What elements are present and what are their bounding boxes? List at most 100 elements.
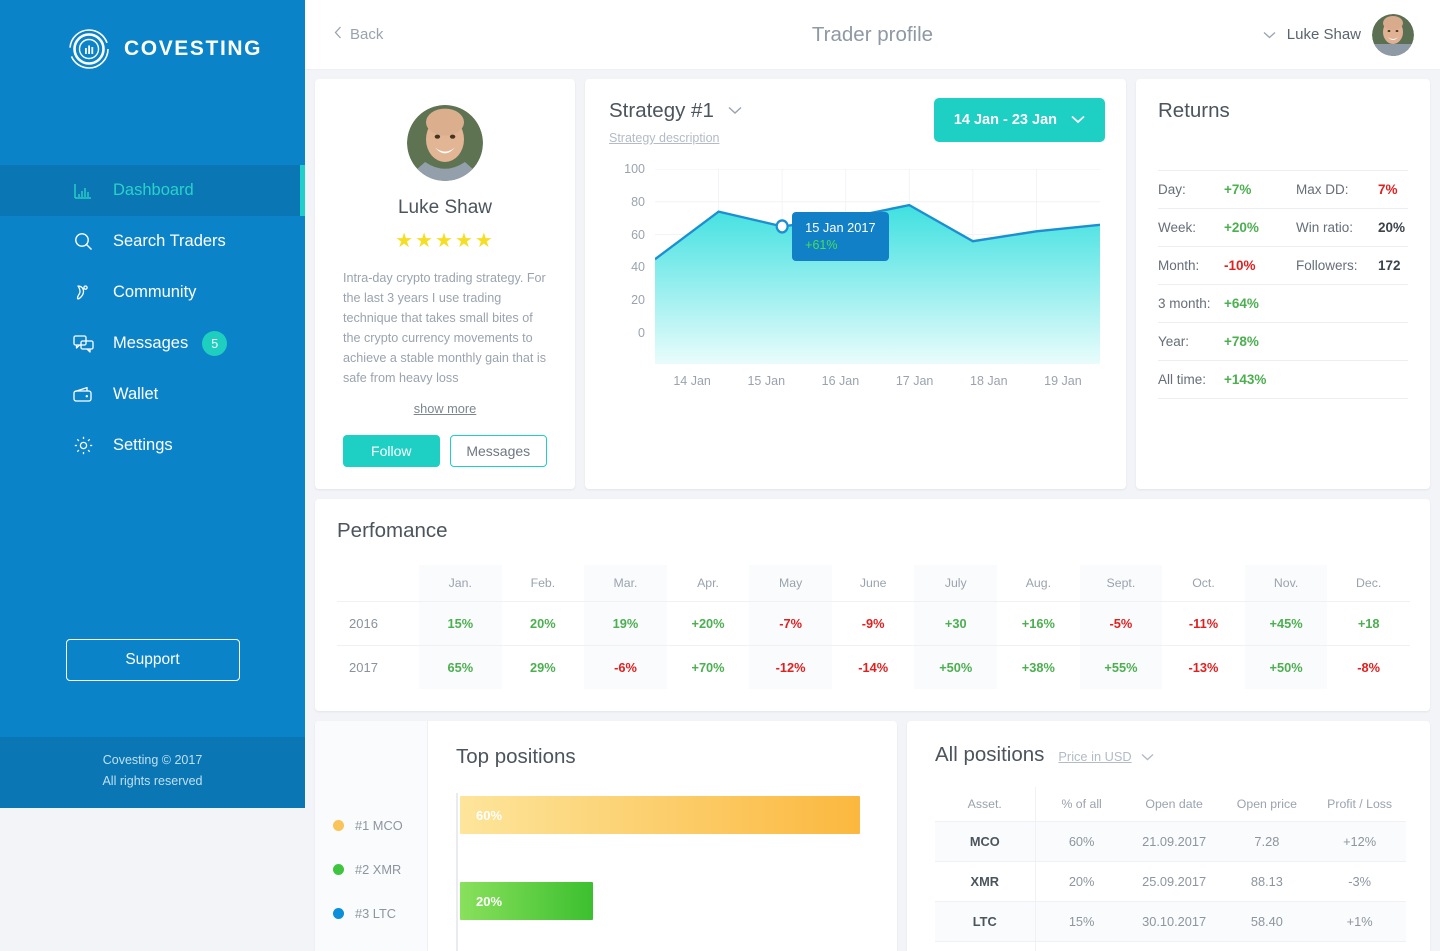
sidebar-item-label: Search Traders [113, 232, 226, 250]
cell-asset: XMR [935, 861, 1036, 902]
bar-list: 60%20%15%5% [456, 793, 873, 951]
price-currency-selector[interactable]: Price in USD [1058, 749, 1154, 764]
avatar[interactable] [1372, 13, 1414, 56]
cell-open-date: 30.10.2017 [1127, 901, 1221, 942]
performance-cell: +55% [1079, 645, 1163, 689]
legend-label: #2 XMR [355, 861, 402, 877]
performance-cell: +70% [666, 645, 750, 689]
sidebar-nav: Dashboard Search Traders Community Messa… [0, 165, 305, 471]
performance-cell: +50% [1244, 645, 1328, 689]
top-positions-chart: Top positions 60%20%15%5% [428, 721, 897, 951]
returns-value: +143% [1224, 360, 1296, 399]
cell-open-price: 58.40 [1220, 901, 1314, 942]
performance-month-header: Feb. [530, 576, 556, 590]
legend-color-dot [333, 819, 344, 831]
performance-month-header: Mar. [584, 565, 667, 602]
performance-month-header: Apr. [697, 576, 719, 590]
returns-value: +64% [1224, 284, 1296, 323]
cell-open-price: 218 [1220, 941, 1314, 951]
cell-asset: ZEC [935, 941, 1036, 951]
legend-item: #4 ZEC [315, 935, 427, 951]
rights-line: All rights reserved [102, 774, 203, 788]
y-axis-tick: 80 [631, 194, 645, 209]
support-button[interactable]: Support [65, 639, 240, 681]
sidebar-item-search-traders[interactable]: Search Traders [0, 216, 305, 267]
trader-profile-card: Luke Shaw ★★★★★ Intra-day crypto trading… [315, 79, 575, 489]
trader-name: Luke Shaw [397, 197, 492, 218]
performance-cell: +50% [914, 645, 998, 689]
performance-month-header: Sept. [1079, 565, 1163, 602]
messages-button[interactable]: Messages [449, 435, 547, 467]
returns-title: Returns [1158, 99, 1230, 122]
bar-label: 20% [476, 893, 503, 909]
sidebar-item-community[interactable]: Community [0, 267, 305, 318]
brand-logo[interactable]: COVESTING [0, 0, 305, 70]
cell-percent: 15% [1035, 901, 1128, 942]
back-label: Back [350, 26, 384, 43]
chart-marker[interactable] [775, 219, 789, 234]
bar-label: 60% [476, 807, 503, 823]
show-more-link[interactable]: show more [414, 401, 477, 416]
strategy-title: Strategy #1 [609, 99, 714, 122]
returns-value: +78% [1224, 322, 1296, 361]
returns-key: Month: [1158, 246, 1224, 285]
x-axis-tick: 16 Jan [821, 374, 860, 388]
sidebar-footer: Covesting © 2017 All rights reserved [0, 737, 305, 808]
app-root: COVESTING Dashboard Search Traders Commu… [0, 0, 1440, 951]
cell-profit-loss: +1% [1313, 901, 1406, 942]
all-positions-column-header: Open price [1236, 797, 1297, 811]
performance-cell: +18 [1327, 601, 1410, 646]
y-axis-tick: 40 [631, 260, 645, 275]
y-axis: 100 80 60 40 20 0 [609, 162, 645, 364]
chevron-down-icon [1263, 26, 1276, 44]
topbar: Back Trader profile Luke Shaw [305, 0, 1440, 70]
cell-profit-loss: +12% [1313, 821, 1406, 862]
top-positions-legend: #1 MCO #2 XMR #3 LTC #4 ZEC [315, 721, 428, 951]
wallet-icon [70, 386, 96, 403]
y-axis-tick: 100 [624, 162, 645, 176]
follow-button[interactable]: Follow [343, 435, 440, 467]
x-axis-tick: 17 Jan [895, 374, 934, 388]
chart-tooltip: 15 Jan 2017 +61% [792, 212, 889, 262]
performance-card: Perfomance Jan. Feb. Mar. Apr. May June July Au… [315, 499, 1430, 711]
plot-area [654, 168, 1101, 364]
returns-row: Year: +78% [1158, 322, 1408, 361]
price-currency-label: Price in USD [1058, 749, 1132, 764]
x-axis-tick: 19 Jan [1044, 374, 1082, 388]
all-positions-column-header: Profit / Loss [1327, 797, 1393, 811]
returns-value-secondary: 20% [1378, 208, 1408, 247]
sidebar-item-wallet[interactable]: Wallet [0, 369, 305, 420]
returns-row: Month: -10% Followers: 172 [1158, 246, 1408, 285]
back-button[interactable]: Back [334, 26, 383, 43]
performance-cell: 29% [501, 645, 585, 689]
returns-key-secondary [1296, 284, 1378, 323]
trader-avatar [407, 105, 483, 181]
gear-icon [70, 436, 96, 455]
returns-row: 3 month: +64% [1158, 284, 1408, 323]
sidebar-item-label: Wallet [113, 385, 159, 403]
performance-cell: -7% [749, 601, 832, 646]
performance-month-header: June [859, 576, 887, 590]
date-range-label: 14 Jan - 23 Jan [953, 112, 1057, 128]
performance-cell: -12% [749, 645, 832, 689]
all-positions-column-header: % of all [1061, 797, 1102, 811]
main-area: Back Trader profile Luke Shaw Luke Shaw … [305, 0, 1440, 951]
date-range-button[interactable]: 14 Jan - 23 Jan [933, 98, 1105, 142]
message-icon [70, 334, 96, 353]
performance-row: 2017 65% 29% -6% +70% -12% -14% +50% +38% +55% -13… [337, 645, 1410, 689]
strategy-description-link[interactable]: Strategy description [609, 131, 719, 145]
sidebar-item-dashboard[interactable]: Dashboard [0, 165, 305, 216]
returns-row: All time: +143% [1158, 360, 1408, 399]
all-positions-column-header: Asset. [935, 787, 1036, 822]
sidebar-item-messages[interactable]: Messages 5 [0, 318, 305, 369]
sidebar-item-settings[interactable]: Settings [0, 420, 305, 471]
bar-spacer [460, 923, 873, 951]
performance-month-header: Oct. [1192, 576, 1215, 590]
brand-name: COVESTING [124, 37, 263, 60]
legend-item: #2 XMR [315, 847, 427, 891]
returns-key: Week: [1158, 208, 1224, 247]
bar: 20% [460, 882, 594, 920]
x-axis-tick: 18 Jan [970, 374, 1008, 388]
messages-badge: 5 [202, 331, 228, 356]
user-menu[interactable]: Luke Shaw [1263, 13, 1440, 56]
